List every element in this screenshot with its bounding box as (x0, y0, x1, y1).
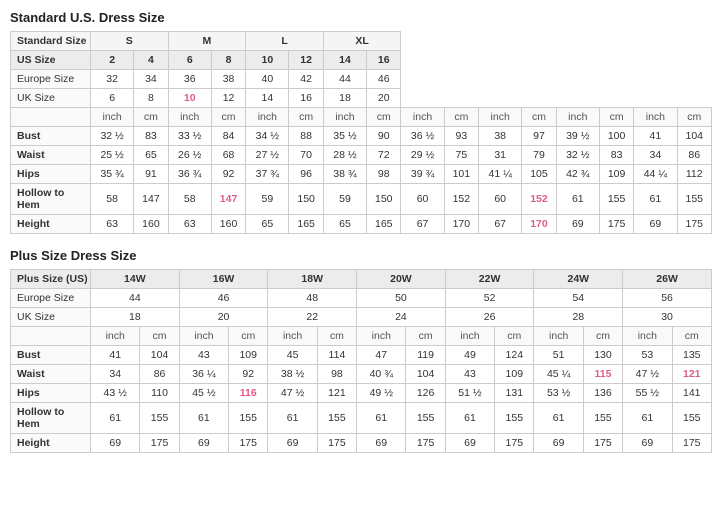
plus-14w: 14W (91, 270, 180, 289)
us-14: 14 (323, 51, 366, 70)
plus-waist-row: Waist 3486 36 ¼92 38 ½98 40 ¾104 43109 4… (11, 365, 712, 384)
bust-row: Bust 32 ½83 33 ½84 34 ½88 35 ½90 36 ½93 … (11, 127, 712, 146)
plus-24w: 24W (534, 270, 623, 289)
std-subheader-row: inch cm inch cm inch cm inch cm inch cm … (11, 108, 712, 127)
group-l: L (246, 32, 324, 51)
size-group-row: Standard Size S M L XL (11, 32, 712, 51)
plus-bust-row: Bust 41104 43109 45114 47119 49124 51130… (11, 346, 712, 365)
height-label: Height (11, 215, 91, 234)
plus-europe-label: Europe Size (11, 289, 91, 308)
us-size-label: US Size (11, 51, 91, 70)
plus-size-label: Plus Size (US) (11, 270, 91, 289)
plus-18w: 18W (268, 270, 357, 289)
uk-size-row: UK Size 6 8 10 12 14 16 18 20 (11, 89, 712, 108)
plus-europe-row: Europe Size 44 46 48 50 52 54 56 (11, 289, 712, 308)
us-6: 6 (168, 51, 211, 70)
plus-26w: 26W (623, 270, 712, 289)
plus-hips-row: Hips 43 ½110 45 ½116 47 ½121 49 ½126 51 … (11, 384, 712, 403)
plus-title: Plus Size Dress Size (10, 248, 712, 263)
bust-label: Bust (11, 127, 91, 146)
plus-table: Plus Size (US) 14W 16W 18W 20W 22W 24W 2… (10, 269, 712, 453)
plus-20w: 20W (357, 270, 446, 289)
hips-label: Hips (11, 165, 91, 184)
us-4: 4 (134, 51, 168, 70)
us-2: 2 (91, 51, 134, 70)
plus-subheader-row: inchcm inchcm inchcm inchcm inchcm inchc… (11, 327, 712, 346)
plus-height-row: Height 69175 69175 69175 69175 69175 691… (11, 434, 712, 453)
europe-size-row: Europe Size 32 34 36 38 40 42 44 46 (11, 70, 712, 89)
uk-label: UK Size (11, 89, 91, 108)
page-container: Standard U.S. Dress Size Standard Size S… (10, 10, 712, 453)
plus-size-header-row: Plus Size (US) 14W 16W 18W 20W 22W 24W 2… (11, 270, 712, 289)
group-s: S (91, 32, 169, 51)
plus-uk-label: UK Size (11, 308, 91, 327)
standard-size-label: Standard Size (11, 32, 91, 51)
plus-uk-row: UK Size 18 20 22 24 26 28 30 (11, 308, 712, 327)
hips-row: Hips 35 ¾91 36 ¾92 37 ¾96 38 ¾98 39 ¾101… (11, 165, 712, 184)
plus-16w: 16W (179, 270, 268, 289)
hollow-hem-label: Hollow to Hem (11, 184, 91, 215)
us-10: 10 (246, 51, 289, 70)
europe-label: Europe Size (11, 70, 91, 89)
plus-hips-label: Hips (11, 384, 91, 403)
us-8: 8 (211, 51, 245, 70)
plus-height-label: Height (11, 434, 91, 453)
plus-22w: 22W (445, 270, 534, 289)
plus-waist-label: Waist (11, 365, 91, 384)
standard-title: Standard U.S. Dress Size (10, 10, 712, 25)
height-row: Height 63160 63160 65165 65165 67170 671… (11, 215, 712, 234)
plus-hollow-hem-label: Hollow to Hem (11, 403, 91, 434)
us-size-row: US Size 2 4 6 8 10 12 14 16 (11, 51, 712, 70)
group-m: M (168, 32, 246, 51)
us-16: 16 (367, 51, 401, 70)
waist-row: Waist 25 ½65 26 ½68 27 ½70 28 ½72 29 ½75… (11, 146, 712, 165)
plus-bust-label: Bust (11, 346, 91, 365)
us-12: 12 (289, 51, 323, 70)
waist-label: Waist (11, 146, 91, 165)
group-xl: XL (323, 32, 401, 51)
hollow-hem-row: Hollow to Hem 58147 58147 59150 59150 60… (11, 184, 712, 215)
plus-hollow-hem-row: Hollow to Hem 61155 61155 61155 61155 61… (11, 403, 712, 434)
standard-table: Standard Size S M L XL US Size 2 4 6 8 1… (10, 31, 712, 234)
